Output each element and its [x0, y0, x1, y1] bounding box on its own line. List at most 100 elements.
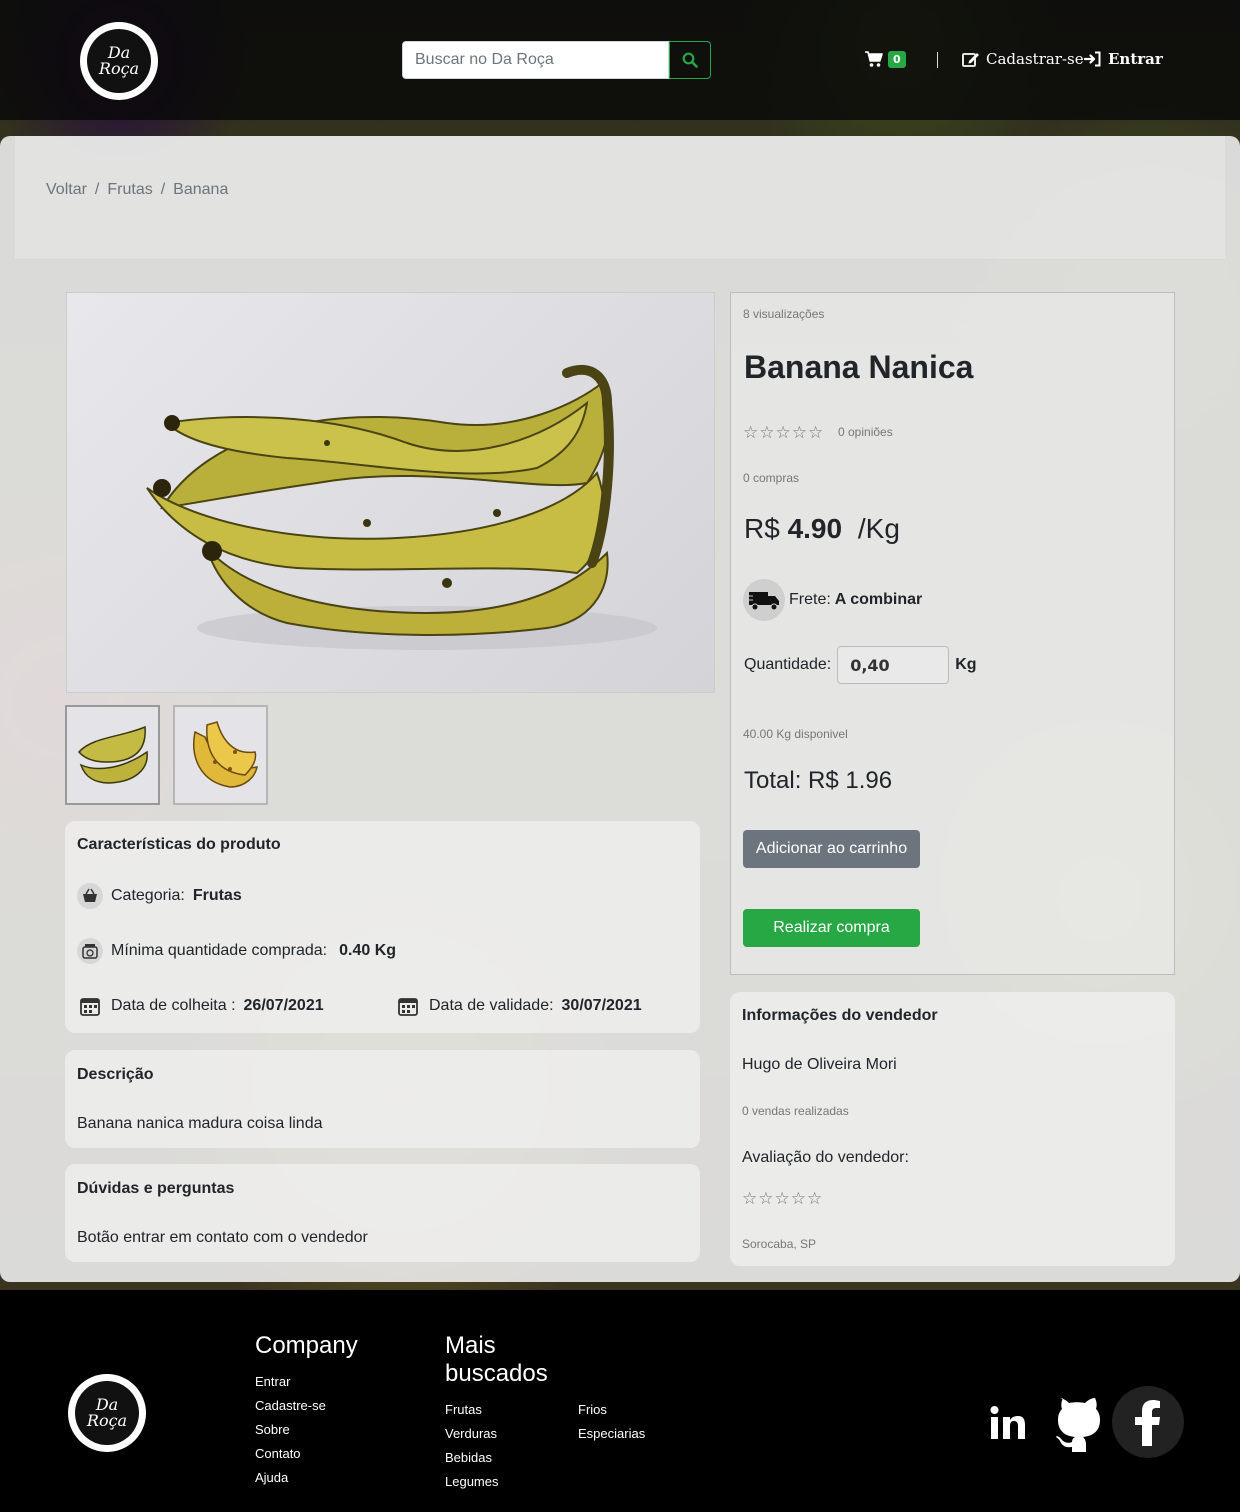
seller-rating-label: Avaliação do vendedor: [742, 1149, 909, 1166]
price-currency: R$ [744, 513, 780, 544]
questions-text: Botão entrar em contato com o vendedor [77, 1229, 368, 1246]
questions-panel: Dúvidas e perguntas Botão entrar em cont… [65, 1164, 700, 1262]
questions-title: Dúvidas e perguntas [77, 1180, 235, 1197]
description-text: Banana nanica madura coisa linda [77, 1115, 323, 1132]
basket-icon [77, 883, 103, 909]
footer-link-signup[interactable]: Cadastre-se [255, 1398, 326, 1413]
breadcrumb-current: Banana [173, 181, 229, 198]
login-label: Entrar [1108, 50, 1163, 68]
harvest-label: Data de colheita : [111, 997, 236, 1014]
footer-link-spices[interactable]: Especiarias [578, 1426, 645, 1441]
edit-icon [962, 53, 979, 67]
add-to-cart-button[interactable]: Adicionar ao carrinho [743, 830, 920, 868]
search-bar [402, 41, 711, 79]
footer-popular-title: Mais buscados [445, 1332, 548, 1388]
available-stock: 40.00 Kg disponivel [743, 727, 848, 741]
product-thumbnail-2[interactable] [173, 705, 268, 805]
footer-link-vegetables[interactable]: Verduras [445, 1426, 497, 1441]
price-unit: /Kg [857, 513, 900, 544]
purchases-count: 0 compras [743, 471, 800, 485]
footer-link-help[interactable]: Ajuda [255, 1470, 288, 1485]
github-icon[interactable] [1050, 1396, 1104, 1452]
banana-thumbnail-image [78, 725, 148, 784]
shipping-value: A combinar [834, 591, 923, 608]
seller-title: Informações do vendedor [742, 1007, 938, 1024]
product-title: Banana Nanica [744, 349, 974, 385]
expiry-date-row: Data de validade: 30/07/2021 [395, 993, 642, 1019]
quantity-label: Quantidade: [744, 656, 832, 673]
category-row: Categoria: Frutas [77, 883, 242, 909]
expiry-label: Data de validade: [429, 997, 554, 1014]
price-value: 4.90 [787, 513, 843, 544]
footer-link-login[interactable]: Entrar [255, 1374, 290, 1389]
footer: Da Roça Company Entrar Cadastre-se Sobre… [0, 1290, 1240, 1512]
footer-logo[interactable]: Da Roça [68, 1374, 146, 1452]
header: Da Roça 0 Cadastrar-se [0, 0, 1240, 120]
footer-link-fruits[interactable]: Frutas [445, 1402, 482, 1417]
login-link[interactable]: Entrar [1084, 50, 1163, 68]
calendar-icon [395, 993, 421, 1019]
description-panel: Descrição Banana nanica madura coisa lin… [65, 1050, 700, 1148]
linkedin-icon[interactable] [985, 1400, 1031, 1446]
buy-now-button[interactable]: Realizar compra [743, 909, 920, 947]
signup-link[interactable]: Cadastrar-se [962, 50, 1084, 68]
star-empty-icon: ☆ [774, 1189, 790, 1208]
breadcrumb-separator: / [94, 181, 100, 198]
footer-popular-title-line1: Mais [445, 1332, 496, 1359]
star-empty-icon: ☆ [807, 1189, 823, 1208]
shipping-label: Frete: [789, 591, 831, 608]
breadcrumb-back[interactable]: Voltar [46, 181, 87, 199]
calendar-icon [77, 993, 103, 1019]
harvest-value: 26/07/2021 [243, 997, 324, 1014]
banana-bunch-image [146, 364, 657, 650]
facebook-icon[interactable] [1112, 1386, 1184, 1458]
cart-button[interactable]: 0 [864, 50, 906, 68]
harvest-date-row: Data de colheita : 26/07/2021 [77, 993, 324, 1019]
search-button[interactable] [669, 41, 711, 79]
views-count: 8 visualizações [743, 307, 825, 321]
footer-popular-title-line2: buscados [445, 1360, 548, 1387]
quantity-input[interactable] [837, 646, 950, 684]
product-rating-stars[interactable]: ☆ ☆ ☆ ☆ ☆ [743, 423, 823, 443]
search-input[interactable] [402, 41, 669, 79]
cart-count-badge: 0 [888, 50, 906, 68]
header-divider [937, 52, 938, 68]
seller-rating-stars: ☆ ☆ ☆ ☆ ☆ [742, 1189, 822, 1209]
star-empty-icon: ☆ [742, 1189, 758, 1208]
purchase-box: 8 visualizações Banana Nanica ☆ ☆ ☆ ☆ ☆ 0 op… [730, 292, 1175, 975]
logo-text-line2: Roça [86, 1411, 128, 1430]
price: R$ 4.90 /Kg [744, 513, 900, 545]
seller-name[interactable]: Hugo de Oliveira Mori [742, 1056, 897, 1074]
footer-link-about[interactable]: Sobre [255, 1422, 290, 1437]
min-quantity-label: Mínima quantidade comprada: [111, 942, 328, 959]
product-thumbnail-1[interactable] [65, 705, 160, 805]
description-title: Descrição [77, 1066, 154, 1083]
star-empty-icon: ☆ [743, 423, 759, 442]
site-logo[interactable]: Da Roça [80, 22, 158, 100]
footer-link-drinks[interactable]: Bebidas [445, 1450, 492, 1465]
signup-label: Cadastrar-se [986, 50, 1084, 68]
quantity-unit: Kg [955, 656, 977, 673]
shipping-row: Frete: A combinar [743, 579, 922, 621]
footer-link-contact[interactable]: Contato [255, 1446, 301, 1461]
product-main-image[interactable] [66, 292, 715, 693]
expiry-value: 30/07/2021 [561, 997, 642, 1014]
star-empty-icon: ☆ [791, 423, 807, 442]
star-empty-icon: ☆ [790, 1189, 806, 1208]
breadcrumb-bar: Voltar / Frutas / Banana [15, 136, 1225, 260]
breadcrumb-category[interactable]: Frutas [107, 181, 152, 199]
quantity-row: Quantidade: Kg [744, 646, 977, 684]
search-icon [682, 52, 698, 68]
min-quantity-row: Mínima quantidade comprada: 0.40 Kg [77, 938, 396, 964]
characteristics-panel: Características do produto Categoria: Fr… [65, 821, 700, 1033]
star-empty-icon: ☆ [759, 423, 775, 442]
sign-in-icon [1084, 51, 1101, 67]
banana-thumbnail-image [193, 721, 258, 788]
characteristics-title: Características do produto [77, 836, 281, 853]
footer-link-cold-cuts[interactable]: Frios [578, 1402, 607, 1417]
seller-panel: Informações do vendedor Hugo de Oliveira… [730, 992, 1175, 1266]
footer-link-legumes[interactable]: Legumes [445, 1474, 498, 1489]
reviews-count[interactable]: 0 opiniões [838, 425, 893, 439]
total-price: Total: R$ 1.96 [744, 767, 893, 794]
star-empty-icon: ☆ [808, 423, 824, 442]
